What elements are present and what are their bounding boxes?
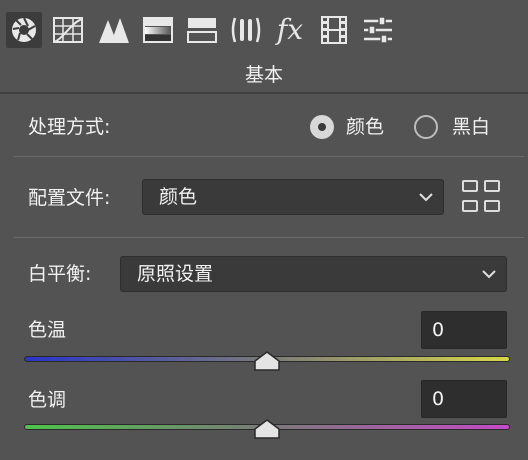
grid-icon bbox=[462, 180, 478, 192]
white-balance-select-value: 原照设置 bbox=[137, 263, 214, 285]
chevron-down-icon bbox=[419, 193, 433, 202]
white-balance-select[interactable]: 原照设置 bbox=[120, 256, 507, 292]
tone-curve-icon bbox=[53, 17, 83, 43]
treatment-color-label[interactable]: 颜色 bbox=[346, 115, 384, 139]
tab-hsl[interactable] bbox=[140, 12, 176, 48]
lens-icon bbox=[231, 17, 261, 43]
profile-label: 配置文件: bbox=[28, 187, 111, 209]
tab-basic[interactable] bbox=[6, 12, 42, 48]
presets-icon bbox=[364, 16, 392, 44]
section-divider bbox=[0, 92, 528, 94]
tab-tone-curve[interactable] bbox=[50, 12, 86, 48]
treatment-bw-radio[interactable] bbox=[414, 115, 438, 139]
panel-toolbar: fx bbox=[0, 0, 528, 60]
aperture-icon bbox=[12, 17, 36, 42]
tab-lens[interactable] bbox=[228, 12, 264, 48]
profile-select[interactable]: 颜色 bbox=[142, 179, 444, 215]
treatment-color-radio[interactable] bbox=[310, 115, 334, 139]
temperature-slider-thumb[interactable] bbox=[254, 351, 280, 371]
tab-presets[interactable] bbox=[360, 12, 396, 48]
divider bbox=[14, 237, 524, 238]
divider bbox=[14, 156, 524, 157]
profile-browser-button[interactable] bbox=[462, 180, 502, 214]
profile-select-value: 颜色 bbox=[159, 186, 198, 208]
calibration-icon bbox=[321, 16, 347, 44]
tint-slider-thumb[interactable] bbox=[254, 419, 280, 439]
split-toning-icon bbox=[187, 18, 217, 43]
tint-label: 色调 bbox=[28, 389, 67, 411]
tab-calibration[interactable] bbox=[316, 12, 352, 48]
detail-icon bbox=[99, 18, 129, 43]
panel-title: 基本 bbox=[244, 64, 283, 86]
hsl-icon bbox=[143, 17, 173, 43]
chevron-down-icon bbox=[482, 270, 496, 279]
tab-effects[interactable]: fx bbox=[272, 12, 308, 48]
treatment-label: 处理方式: bbox=[28, 116, 111, 138]
white-balance-label: 白平衡: bbox=[28, 263, 92, 285]
temperature-label: 色温 bbox=[28, 319, 67, 341]
temperature-input[interactable]: 0 bbox=[421, 311, 507, 349]
tint-input[interactable]: 0 bbox=[421, 380, 507, 418]
fx-icon: fx bbox=[276, 13, 304, 46]
tab-split-toning[interactable] bbox=[184, 12, 220, 48]
tab-detail[interactable] bbox=[96, 12, 132, 48]
treatment-bw-label[interactable]: 黑白 bbox=[452, 115, 490, 139]
